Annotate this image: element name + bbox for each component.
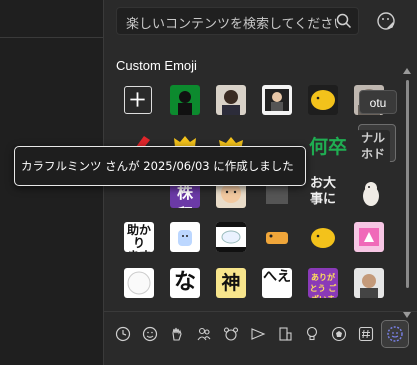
emoji-tile[interactable]: ありがとう ございます xyxy=(308,268,338,298)
people-icon[interactable] xyxy=(191,321,217,347)
emoji-image xyxy=(222,90,240,115)
emoji-text: へえ xyxy=(263,269,291,285)
emoji-tile[interactable] xyxy=(262,222,292,252)
emoji-image xyxy=(265,89,289,111)
emoji-tile[interactable] xyxy=(262,85,292,115)
divider xyxy=(0,37,103,38)
emoji-tile[interactable]: お大 事に xyxy=(304,176,342,210)
building-icon[interactable] xyxy=(272,321,298,347)
lightbulb-icon[interactable] xyxy=(299,321,325,347)
ball-icon[interactable] xyxy=(326,321,352,347)
smile-icon[interactable] xyxy=(137,321,163,347)
scroll-up-arrow[interactable] xyxy=(403,68,411,74)
emoji-image xyxy=(266,232,288,244)
scrollbar-thumb[interactable] xyxy=(406,80,409,288)
emoji-image xyxy=(178,230,192,246)
search-icon[interactable] xyxy=(336,13,352,29)
emoji-tile[interactable] xyxy=(170,85,200,115)
hover-label: otu xyxy=(359,90,397,114)
emoji-tile[interactable]: へえ xyxy=(262,268,292,298)
food-icon[interactable] xyxy=(245,321,271,347)
emoji-tile[interactable]: 何卒 xyxy=(308,128,348,166)
add-emoji-button[interactable] xyxy=(124,86,152,114)
emoji-tile[interactable] xyxy=(216,85,246,115)
emoji-tile[interactable]: ナル ホド xyxy=(356,130,390,164)
emoji-image xyxy=(178,91,192,115)
emoji-tile[interactable] xyxy=(356,178,386,208)
emoji-tile[interactable] xyxy=(354,268,384,298)
emoji-tile[interactable] xyxy=(308,85,338,115)
emoji-image xyxy=(363,182,379,206)
custom-icon[interactable] xyxy=(381,320,409,348)
emoji-tile[interactable]: 神 xyxy=(216,268,246,298)
hand-icon[interactable] xyxy=(164,321,190,347)
emoji-text: お大 事に xyxy=(309,176,341,207)
emoji-image xyxy=(311,228,335,248)
emoji-text: 何卒 xyxy=(308,136,347,158)
emoji-image xyxy=(127,271,151,295)
animal-icon[interactable] xyxy=(218,321,244,347)
emoji-text: ありがとう ございます xyxy=(309,273,337,298)
emoji-image xyxy=(359,228,379,246)
emoji-tile[interactable] xyxy=(354,222,384,252)
creator-tooltip: カラフルミンツ さんが 2025/06/03 に作成しました xyxy=(14,146,306,186)
tooltip-text: カラフルミンツ さんが 2025/06/03 に作成しました xyxy=(21,159,294,173)
category-divider xyxy=(104,311,417,312)
emoji-text: 神 xyxy=(221,272,241,294)
emoji-text: ナル ホド xyxy=(360,131,390,161)
emoji-tile[interactable] xyxy=(124,268,154,298)
section-title: Custom Emoji xyxy=(116,58,197,73)
clock-icon[interactable] xyxy=(110,321,136,347)
emoji-image xyxy=(311,90,335,110)
emoji-image xyxy=(216,222,246,252)
emoji-tile[interactable] xyxy=(216,222,246,252)
emoji-tile[interactable]: 助かり ます xyxy=(124,222,154,252)
plus-icon xyxy=(130,92,145,107)
search-input[interactable]: 楽しいコンテンツを検索してください xyxy=(116,7,359,35)
sticker-icon[interactable] xyxy=(375,10,397,32)
emoji-tile[interactable]: な xyxy=(170,268,200,298)
category-bar xyxy=(104,318,417,352)
emoji-text: 助かり ます xyxy=(126,223,151,253)
emoji-image xyxy=(360,274,378,298)
emoji-text: な xyxy=(173,270,196,295)
search-placeholder: 楽しいコンテンツを検索してください xyxy=(126,17,338,32)
emoji-tile[interactable] xyxy=(170,222,200,252)
emoji-tile[interactable] xyxy=(308,222,338,252)
hash-icon[interactable] xyxy=(353,321,379,347)
